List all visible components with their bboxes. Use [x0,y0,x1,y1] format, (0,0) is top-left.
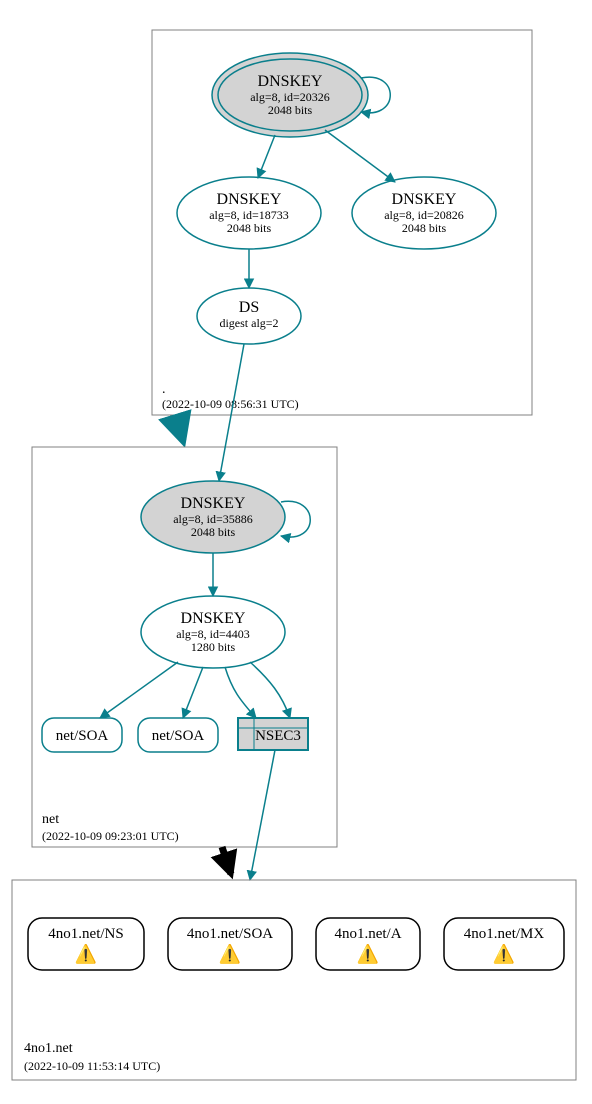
warning-icon: ⚠️ [357,943,379,964]
warning-icon: ⚠️ [493,943,515,964]
svg-text:2048 bits: 2048 bits [402,221,447,235]
svg-text:DNSKEY: DNSKEY [217,191,282,208]
node-target-mx: 4no1.net/MX ⚠️ [444,918,564,970]
svg-text:1280 bits: 1280 bits [191,640,236,654]
svg-text:DS: DS [239,299,259,316]
svg-text:DNSKEY: DNSKEY [392,191,457,208]
edge-netzsk-soa1 [100,662,178,718]
node-root-ksk: DNSKEY alg=8, id=20326 2048 bits [212,53,368,137]
svg-text:2048 bits: 2048 bits [227,221,272,235]
svg-text:alg=8, id=35886: alg=8, id=35886 [173,512,253,526]
edge-rootksk-dnskey3 [325,130,395,182]
svg-text:net/SOA: net/SOA [152,728,205,744]
svg-text:alg=8, id=20826: alg=8, id=20826 [384,208,464,222]
node-net-soa1: net/SOA [42,718,122,752]
zone-net-label: net [42,812,59,827]
svg-text:alg=8, id=4403: alg=8, id=4403 [176,627,250,641]
node-net-zsk: DNSKEY alg=8, id=4403 1280 bits [141,596,285,668]
svg-text:alg=8, id=20326: alg=8, id=20326 [250,90,330,104]
zone-net-timestamp: (2022-10-09 09:23:01 UTC) [42,829,179,843]
warning-icon: ⚠️ [219,943,241,964]
svg-text:4no1.net/SOA: 4no1.net/SOA [187,926,273,942]
svg-text:4no1.net/A: 4no1.net/A [334,926,401,942]
node-target-a: 4no1.net/A ⚠️ [316,918,420,970]
edge-nsec3-target [250,750,275,880]
zone-target: 4no1.net (2022-10-09 11:53:14 UTC) [12,880,576,1080]
svg-text:NSEC3: NSEC3 [255,728,301,744]
edge-rootksk-rootzsk [258,135,275,178]
svg-text:DNSKEY: DNSKEY [181,495,246,512]
node-target-soa: 4no1.net/SOA ⚠️ [168,918,292,970]
node-net-soa2: net/SOA [138,718,218,752]
svg-text:DNSKEY: DNSKEY [258,73,323,90]
edge-ds-netksk [219,344,244,481]
svg-text:digest alg=2: digest alg=2 [219,316,278,330]
svg-text:net/SOA: net/SOA [56,728,109,744]
svg-text:alg=8, id=18733: alg=8, id=18733 [209,208,289,222]
zone-root-label: . [162,382,166,397]
node-net-nsec3: NSEC3 [238,718,308,750]
node-net-ksk: DNSKEY alg=8, id=35886 2048 bits [141,481,285,553]
svg-text:2048 bits: 2048 bits [191,525,236,539]
edge-netzsk-soa2 [183,667,203,718]
svg-text:2048 bits: 2048 bits [268,103,313,117]
zone-target-timestamp: (2022-10-09 11:53:14 UTC) [24,1059,160,1073]
edge-net-to-target-zone [222,847,231,874]
warning-icon: ⚠️ [75,943,97,964]
zone-root-timestamp: (2022-10-09 08:56:31 UTC) [162,397,299,411]
edge-netzsk-nsec3a [225,667,256,718]
svg-text:4no1.net/NS: 4no1.net/NS [48,926,123,942]
node-root-ds: DS digest alg=2 [197,288,301,344]
node-target-ns: 4no1.net/NS ⚠️ [28,918,144,970]
edge-netzsk-nsec3b [250,662,290,718]
svg-text:4no1.net/MX: 4no1.net/MX [464,926,545,942]
node-root-zsk: DNSKEY alg=8, id=18733 2048 bits [177,177,321,249]
svg-text:DNSKEY: DNSKEY [181,610,246,627]
node-root-dnskey3: DNSKEY alg=8, id=20826 2048 bits [352,177,496,249]
edge-root-to-net-zone [175,415,183,441]
zone-target-label: 4no1.net [24,1041,73,1056]
